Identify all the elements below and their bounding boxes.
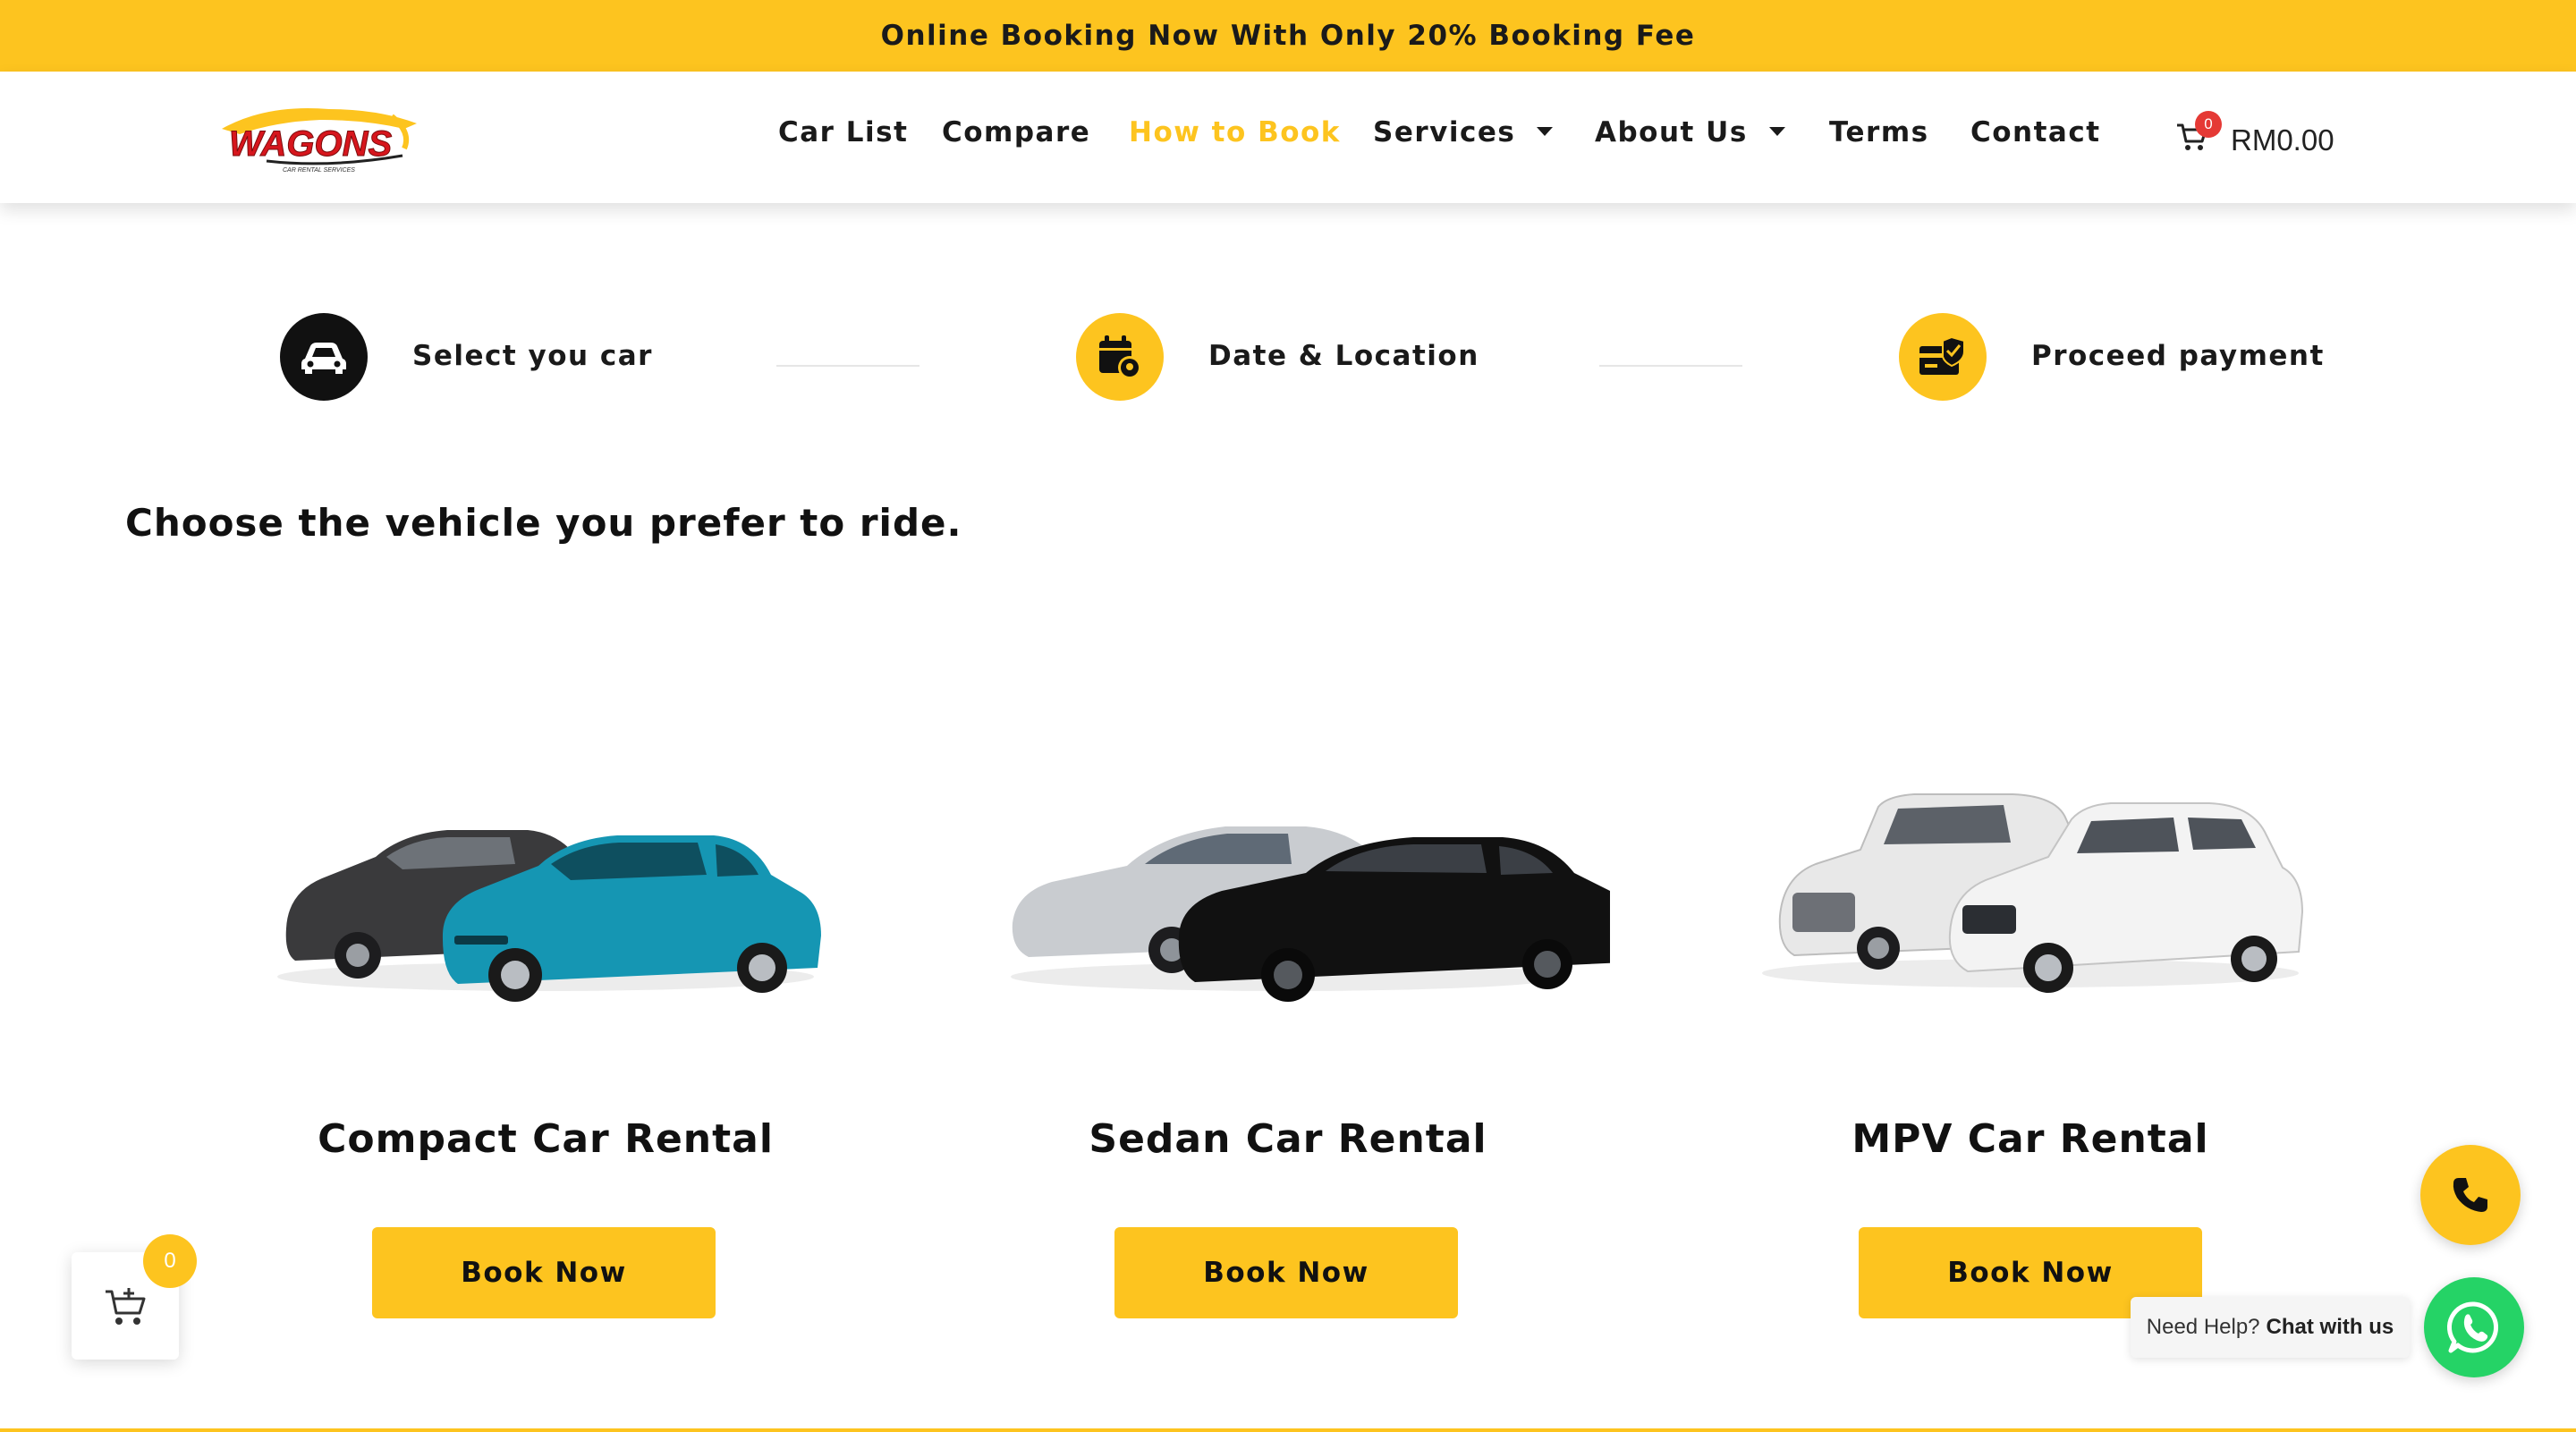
chevron-down-icon: [1768, 126, 1785, 136]
nav-about-us[interactable]: About Us: [1595, 116, 1785, 148]
step-3-circle: [1899, 313, 1987, 401]
announcement-text: Online Booking Now With Only 20% Booking…: [880, 20, 1696, 52]
nav-contact[interactable]: Contact: [1970, 116, 2101, 148]
whatsapp-prompt: Need Help?: [2146, 1315, 2260, 1339]
add-to-cart-icon: [106, 1288, 146, 1325]
sedan-cars-image: [1011, 826, 1610, 1002]
compact-cars-image: [277, 830, 821, 1002]
nav-services[interactable]: Services: [1373, 116, 1554, 148]
book-now-button-sedan[interactable]: Book Now: [1114, 1227, 1458, 1318]
whatsapp-help-bubble[interactable]: Need Help? Chat with us: [2131, 1297, 2410, 1358]
mpv-cars-image: [1762, 793, 2304, 993]
step-connector: [776, 365, 919, 367]
step-2-label: Date & Location: [1208, 340, 1479, 372]
card-check-icon: [1919, 335, 1965, 375]
phone-icon: [2453, 1178, 2487, 1212]
announcement-bar: Online Booking Now With Only 20% Booking…: [0, 0, 2576, 72]
footer-accent-line: [0, 1428, 2576, 1432]
category-card-compact: Compact Car Rental Book Now: [224, 733, 868, 1342]
calendar-location-icon: [1099, 335, 1141, 379]
book-now-button-compact[interactable]: Book Now: [372, 1227, 716, 1318]
nav-about-us-label: About Us: [1595, 116, 1748, 148]
category-card-sedan: Sedan Car Rental Book Now: [966, 733, 1610, 1342]
logo-text: WAGONS: [229, 124, 393, 164]
site-header: WAGONS CAR RENTAL SERVICES Car List Comp…: [0, 72, 2576, 203]
chevron-down-icon: [1537, 126, 1554, 136]
booking-steps: Select you car Date & Location Proceed p…: [0, 304, 2576, 411]
car-icon: [301, 343, 346, 374]
cart-total: RM0.00: [2231, 123, 2334, 157]
step-2-circle: [1076, 313, 1164, 401]
wagons-logo[interactable]: WAGONS CAR RENTAL SERVICES: [213, 97, 428, 177]
nav-how-to-book[interactable]: How to Book: [1129, 116, 1341, 148]
floating-cart-button[interactable]: 0: [72, 1234, 197, 1360]
step-connector: [1599, 365, 1742, 367]
whatsapp-action: Chat with us: [2266, 1315, 2394, 1339]
header-cart[interactable]: 0 RM0.00: [2175, 111, 2336, 163]
nav-compare[interactable]: Compare: [942, 116, 1090, 148]
cart-count-badge: 0: [2195, 111, 2222, 138]
nav-car-list[interactable]: Car List: [778, 116, 908, 148]
category-title: Sedan Car Rental: [1089, 1116, 1487, 1162]
page-heading: Choose the vehicle you prefer to ride.: [125, 501, 962, 545]
category-title: Compact Car Rental: [318, 1116, 774, 1162]
step-3-label: Proceed payment: [2031, 340, 2325, 372]
phone-call-button[interactable]: [2420, 1145, 2521, 1245]
logo-tagline: CAR RENTAL SERVICES: [283, 167, 355, 174]
whatsapp-button[interactable]: [2424, 1277, 2524, 1377]
category-card-mpv: MPV Car Rental Book Now: [1708, 733, 2352, 1342]
step-1-label: Select you car: [412, 340, 653, 372]
floating-cart-count: 0: [143, 1234, 197, 1288]
step-1-circle: [280, 313, 368, 401]
nav-terms[interactable]: Terms: [1829, 116, 1929, 148]
nav-services-label: Services: [1373, 116, 1516, 148]
category-title: MPV Car Rental: [1852, 1116, 2209, 1162]
whatsapp-icon: [2446, 1301, 2499, 1353]
